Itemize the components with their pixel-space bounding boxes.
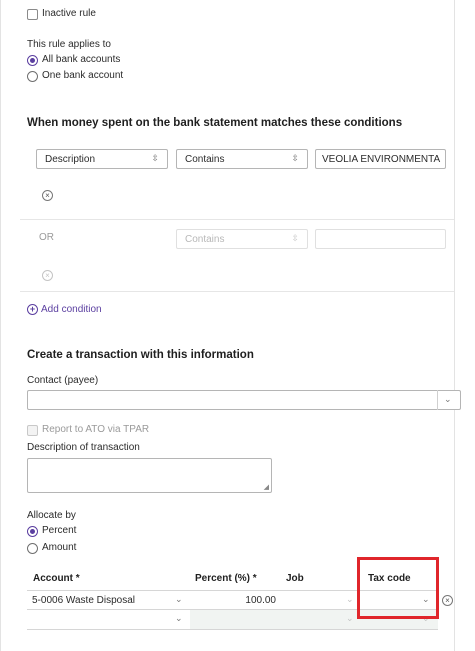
right-border (454, 0, 455, 651)
contact-label: Contact (payee) (27, 375, 99, 386)
remove-condition2-icon[interactable]: × (42, 270, 53, 281)
account-value: 5-0006 Waste Disposal (32, 595, 136, 606)
condition-value-input[interactable]: VEOLIA ENVIRONMENTA (315, 149, 446, 169)
percent-input-empty[interactable] (190, 610, 282, 630)
description-textarea[interactable]: ◢ (27, 458, 272, 493)
condition-operator-select[interactable]: Contains ⇳ (176, 149, 308, 169)
add-condition-icon[interactable]: + (27, 304, 38, 315)
job-select[interactable]: ⌄ (282, 590, 360, 610)
one-account-label: One bank account (42, 70, 124, 81)
transaction-heading: Create a transaction with this informati… (27, 349, 254, 361)
account-select[interactable]: 5-0006 Waste Disposal ⌄ (27, 590, 190, 610)
divider (20, 291, 454, 292)
condition-field-select[interactable]: Description ⇳ (36, 149, 168, 169)
percent-radio[interactable] (27, 526, 38, 537)
conditions-heading: When money spent on the bank statement m… (27, 117, 403, 129)
report-tpar-checkbox[interactable] (27, 425, 38, 436)
inactive-rule-checkbox[interactable] (27, 9, 38, 20)
percent-label: Percent (42, 525, 77, 536)
chevron-down-icon: ⌄ (346, 613, 354, 623)
remove-condition-icon[interactable]: × (42, 190, 53, 201)
contact-combobox[interactable] (27, 390, 461, 410)
applies-to-heading: This rule applies to (27, 39, 111, 50)
chevron-down-icon: ⌄ (346, 594, 354, 604)
all-accounts-radio[interactable] (27, 55, 38, 66)
condition2-operator-select[interactable]: Contains ⇳ (176, 229, 308, 249)
condition-value-text: VEOLIA ENVIRONMENTA (322, 154, 441, 165)
condition2-operator-value: Contains (185, 234, 225, 245)
left-border (0, 0, 1, 651)
description-label: Description of transaction (27, 442, 140, 453)
percent-value: 100.00 (245, 595, 276, 606)
updown-caret-icon: ⇳ (291, 233, 299, 243)
contact-dropdown-toggle[interactable]: ⌄ (437, 390, 455, 410)
chevron-down-icon: ⌄ (175, 594, 183, 604)
or-connector-label: OR (39, 232, 54, 243)
remove-row-icon[interactable]: × (442, 595, 453, 606)
col-job-header: Job (286, 573, 304, 584)
resize-grip-icon[interactable]: ◢ (264, 483, 269, 491)
inactive-rule-label: Inactive rule (42, 8, 96, 19)
allocate-by-label: Allocate by (27, 510, 76, 521)
updown-caret-icon: ⇳ (151, 153, 159, 163)
percent-input[interactable]: 100.00 (190, 590, 282, 610)
all-accounts-label: All bank accounts (42, 54, 121, 65)
chevron-down-icon: ⌄ (175, 613, 183, 623)
updown-caret-icon: ⇳ (291, 153, 299, 163)
col-percent-header: Percent (%) * (195, 573, 257, 584)
account-select-empty[interactable]: ⌄ (27, 610, 190, 630)
amount-radio[interactable] (27, 543, 38, 554)
condition-operator-value: Contains (185, 154, 225, 165)
job-select-empty[interactable]: ⌄ (282, 610, 360, 630)
condition2-value-input[interactable] (315, 229, 446, 249)
divider (20, 219, 454, 220)
condition-field-value: Description (45, 154, 96, 165)
add-condition-link[interactable]: Add condition (41, 304, 102, 315)
tax-code-highlight-box (357, 557, 439, 619)
one-account-radio[interactable] (27, 71, 38, 82)
report-tpar-label: Report to ATO via TPAR (42, 424, 150, 435)
amount-label: Amount (42, 542, 77, 553)
chevron-down-icon: ⌄ (444, 394, 452, 404)
col-account-header: Account * (33, 573, 80, 584)
